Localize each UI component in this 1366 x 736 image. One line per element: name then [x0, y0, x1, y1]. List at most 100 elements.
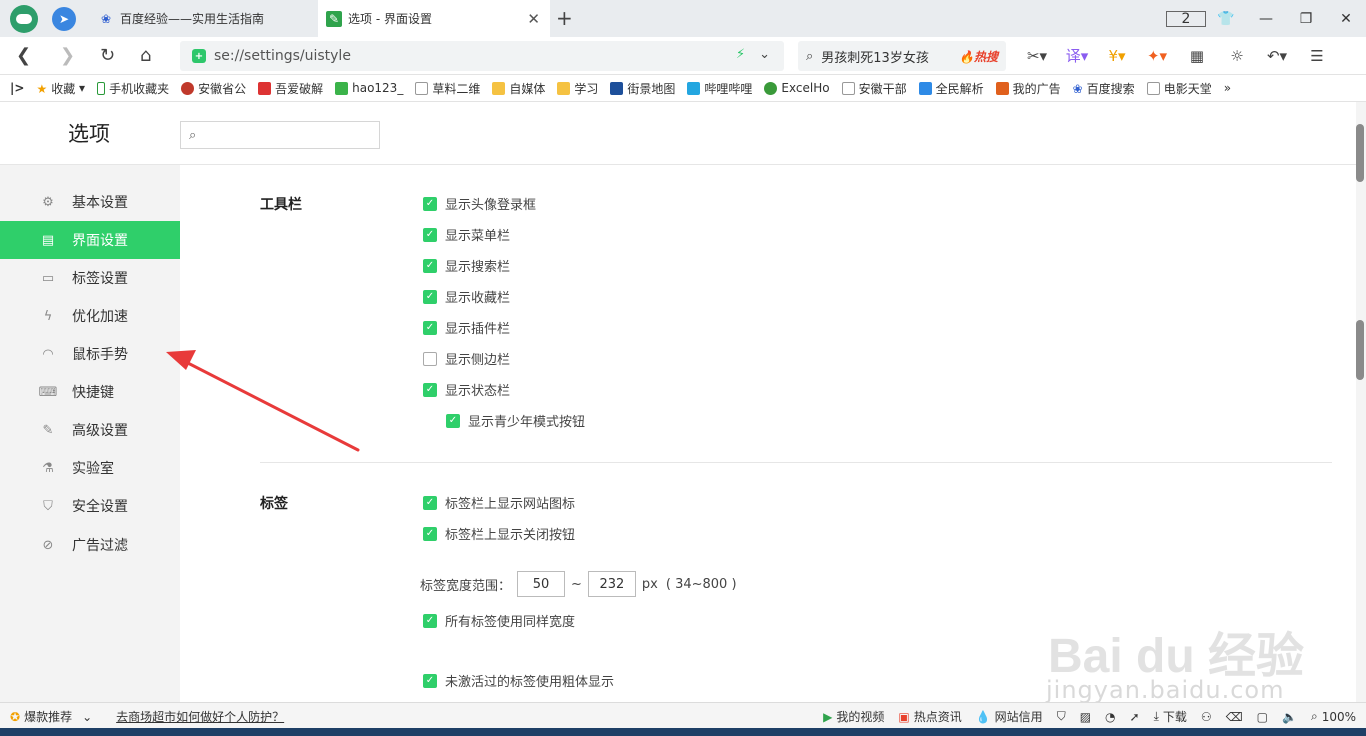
option-show-statusbar[interactable]: ✓ 显示状态栏 [423, 380, 510, 399]
checkbox[interactable]: ✓ [423, 613, 437, 628]
checkbox[interactable]: ✓ [423, 382, 437, 397]
window-icon[interactable]: ▢ [1257, 710, 1268, 724]
skin-shirt-icon[interactable]: 👕 [1206, 11, 1246, 27]
game-icon[interactable]: ✦▾ [1140, 47, 1174, 65]
chevron-down-icon[interactable]: ⌄ [82, 710, 92, 724]
bookmark-item[interactable]: 安徽干部 [841, 80, 907, 97]
bookmark-item[interactable]: 自媒体 [492, 80, 545, 97]
tab-width-min-input[interactable]: 50 [517, 571, 566, 597]
back-button[interactable]: ❮ [16, 45, 31, 66]
bookmark-item[interactable]: 安徽省公 [181, 80, 246, 97]
bookmark-favorites[interactable]: ★ 收藏 ▾ [36, 80, 85, 97]
checkbox[interactable] [423, 351, 437, 366]
sidebar-item-basic[interactable]: ⚙ 基本设置 [0, 183, 180, 221]
hot-news-button[interactable]: ▣ 热点资讯 [898, 708, 961, 725]
option-show-plugin-bar[interactable]: ✓ 显示插件栏 [423, 318, 510, 337]
sidebar-item-interface[interactable]: ▤ 界面设置 [0, 221, 180, 259]
option-show-teen-mode-button[interactable]: ✓ 显示青少年模式按钮 [446, 411, 585, 430]
checkbox[interactable]: ✓ [446, 413, 460, 428]
bookmark-item[interactable]: 吾爱破解 [258, 80, 323, 97]
download-button[interactable]: ⤓ 下载 [1154, 708, 1187, 725]
bookmarks-more[interactable]: » [1224, 81, 1231, 95]
option-show-site-icon[interactable]: ✓ 标签栏上显示网站图标 [423, 493, 575, 512]
news-link[interactable]: 去商场超市如何做好个人防护？ [116, 708, 284, 725]
browser-logo-icon[interactable] [10, 5, 38, 33]
undo-icon[interactable]: ↶▾ [1260, 47, 1294, 65]
checkbox[interactable]: ✓ [423, 495, 437, 510]
lightning-icon[interactable]: ⚡ [736, 47, 745, 62]
bookmarks-toggle[interactable]: |> [10, 81, 24, 95]
chevron-down-icon[interactable]: ⌄ [759, 47, 770, 62]
image-icon[interactable]: ▨ [1080, 710, 1091, 724]
minimize-button[interactable]: — [1246, 11, 1286, 27]
rocket-icon[interactable]: ➚ [1130, 710, 1140, 724]
navigation-compass-icon[interactable]: ➤ [52, 7, 76, 31]
checkbox[interactable]: ✓ [423, 227, 437, 242]
my-video-button[interactable]: ▶ 我的视频 [823, 708, 884, 725]
volume-icon[interactable]: 🔈 [1282, 710, 1297, 724]
option-bold-inactive-tabs[interactable]: ✓ 未激活过的标签使用粗体显示 [423, 671, 614, 690]
tab-baidu-jingyan[interactable]: ❀ 百度经验——实用生活指南 [90, 0, 315, 37]
checkbox[interactable]: ✓ [423, 320, 437, 335]
coupon-icon[interactable]: ¥▾ [1100, 47, 1134, 65]
scrollbar-thumb[interactable] [1356, 124, 1364, 182]
vertical-scrollbar[interactable] [1356, 102, 1366, 702]
option-show-close-button[interactable]: ✓ 标签栏上显示关闭按钮 [423, 524, 575, 543]
bookmark-item[interactable]: ❀ 百度搜索 [1073, 80, 1135, 97]
option-show-sidebar[interactable]: 显示侧边栏 [423, 349, 510, 368]
grid-apps-icon[interactable]: ▦ [1180, 47, 1214, 65]
promo-link[interactable]: 爆款推荐 [24, 708, 72, 725]
checkbox[interactable]: ✓ [423, 289, 437, 304]
bookmark-item[interactable]: ExcelHo [764, 81, 830, 95]
checkbox[interactable]: ✓ [423, 526, 437, 541]
option-same-tab-width[interactable]: ✓ 所有标签使用同样宽度 [423, 611, 575, 630]
option-show-searchbar[interactable]: ✓ 显示搜索栏 [423, 256, 510, 275]
reload-button[interactable]: ↻ [100, 45, 115, 66]
clean-icon[interactable]: ⌫ [1226, 710, 1243, 724]
bookmark-item[interactable]: 街景地图 [610, 80, 675, 97]
sidebar-item-mouse-gestures[interactable]: ◠ 鼠标手势 [0, 335, 180, 373]
hot-search-badge[interactable]: 🔥热搜 [959, 48, 998, 65]
tab-settings[interactable]: ✎ 选项 - 界面设置 ✕ [318, 0, 550, 37]
restore-button[interactable]: ❐ [1286, 11, 1326, 27]
site-credit-button[interactable]: 💧 网站信用 [976, 708, 1043, 725]
option-show-menubar[interactable]: ✓ 显示菜单栏 [423, 225, 510, 244]
bookmark-item[interactable]: 哔哩哔哩 [687, 80, 752, 97]
settings-search-input[interactable]: ⌕ [180, 121, 380, 149]
bookmark-item[interactable]: hao123_ [335, 81, 403, 95]
brightness-icon[interactable]: ☼ [1220, 47, 1254, 65]
tab-list-button[interactable]: 2 [1166, 10, 1206, 27]
checkbox[interactable]: ✓ [423, 196, 437, 211]
sidebar-item-tabs[interactable]: ▭ 标签设置 [0, 259, 180, 297]
sidebar-item-security[interactable]: ⛉ 安全设置 [0, 487, 180, 525]
scissors-icon[interactable]: ✂▾ [1020, 47, 1054, 65]
bookmark-item[interactable]: 手机收藏夹 [97, 80, 169, 97]
zoom-control[interactable]: ⌕ 100% [1311, 709, 1356, 724]
sidebar-item-advanced[interactable]: ✎ 高级设置 [0, 411, 180, 449]
bookmark-item[interactable]: 电影天堂 [1146, 80, 1212, 97]
menu-icon[interactable]: ☰ [1300, 47, 1334, 65]
url-text[interactable]: se://settings/uistyle [214, 48, 351, 64]
home-button[interactable]: ⌂ [140, 45, 151, 66]
new-tab-button[interactable]: + [556, 6, 573, 30]
tab-width-max-input[interactable]: 232 [587, 571, 636, 597]
sidebar-item-shortcuts[interactable]: ⌨ 快捷键 [0, 373, 180, 411]
address-bar[interactable]: + se://settings/uistyle ⚡ ⌄ [180, 41, 784, 71]
checkbox[interactable]: ✓ [423, 673, 437, 688]
checkbox[interactable]: ✓ [423, 258, 437, 273]
glasses-icon[interactable]: ⚇ [1201, 710, 1212, 724]
shield-icon[interactable]: ⛉ [1057, 709, 1066, 724]
speed-icon[interactable]: ◔ [1105, 710, 1115, 724]
close-window-button[interactable]: ✕ [1326, 11, 1366, 27]
sidebar-item-optimize[interactable]: ϟ 优化加速 [0, 297, 180, 335]
sidebar-item-adblock[interactable]: ⊘ 广告过滤 [0, 526, 180, 564]
bookmark-item[interactable]: 我的广告 [995, 80, 1061, 97]
sidebar-item-lab[interactable]: ⚗ 实验室 [0, 449, 180, 487]
search-box[interactable]: ⌕ 男孩刺死13岁女孩 🔥热搜 [798, 41, 1006, 71]
bookmark-item[interactable]: 全民解析 [918, 80, 984, 97]
bookmark-item[interactable]: 草料二维 [415, 80, 480, 97]
close-tab-icon[interactable]: ✕ [527, 10, 540, 28]
bookmark-item[interactable]: 学习 [557, 80, 598, 97]
option-show-bookmarks-bar[interactable]: ✓ 显示收藏栏 [423, 287, 510, 306]
translate-icon[interactable]: 译▾ [1060, 45, 1094, 66]
